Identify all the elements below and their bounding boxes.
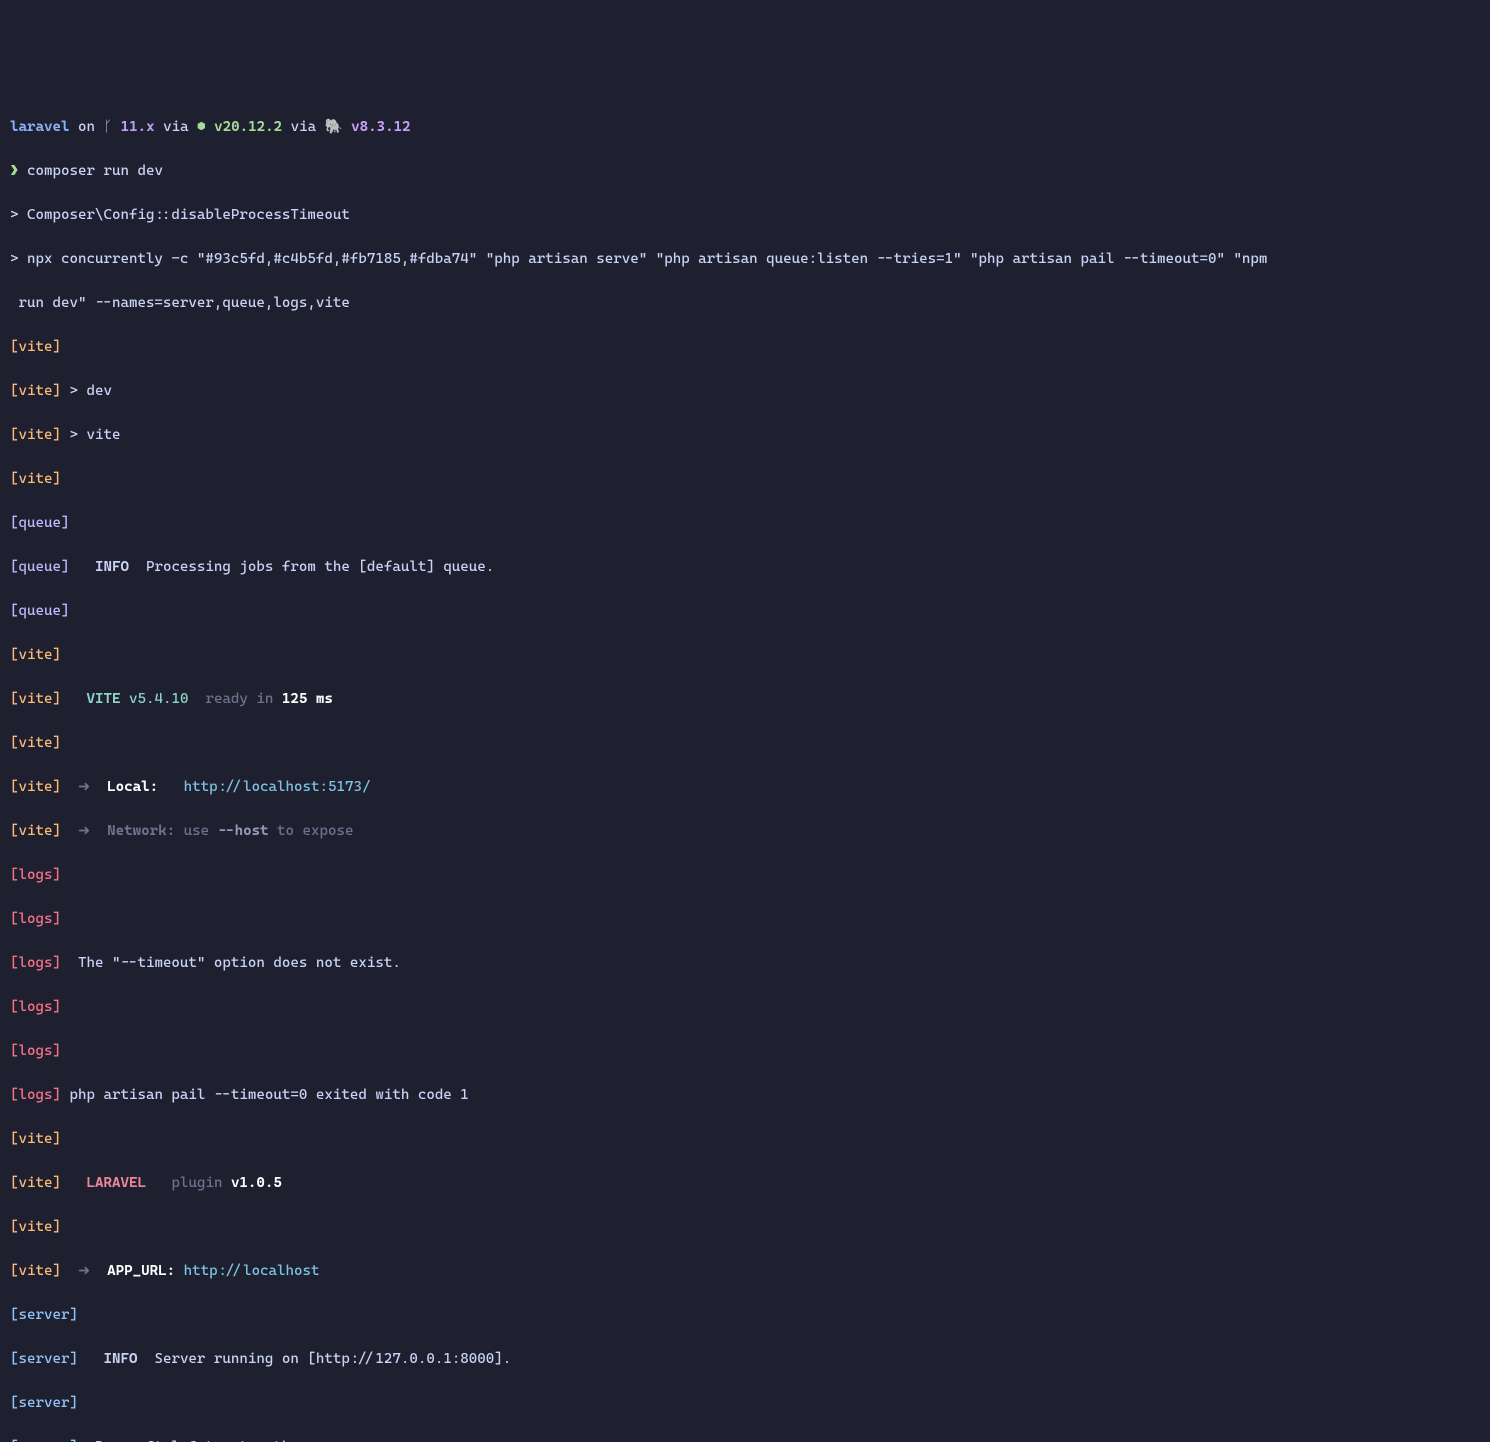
vite-line: [vite] xyxy=(10,644,1480,666)
vite-line: [vite] ➜ Local: http://localhost:5173/ xyxy=(10,776,1480,798)
server-line: [server] xyxy=(10,1304,1480,1326)
vite-line: [vite] xyxy=(10,732,1480,754)
vite-line: [vite] > dev xyxy=(10,380,1480,402)
vite-line: [vite] VITE v5.4.10 ready in 125 ms xyxy=(10,688,1480,710)
logs-line: [logs] xyxy=(10,1040,1480,1062)
vite-line: [vite] LARAVEL plugin v1.0.5 xyxy=(10,1172,1480,1194)
logs-line: [logs] xyxy=(10,996,1480,1018)
server-line: [server] xyxy=(10,1392,1480,1414)
git-branch-icon: ᚴ xyxy=(103,119,112,135)
vite-line: [vite] xyxy=(10,1128,1480,1150)
prompt-line: ❯ composer run dev xyxy=(10,160,1480,182)
prompt-header: laravel on ᚴ 11.x via ⬢ v20.12.2 via 🐘 v… xyxy=(10,116,1480,138)
logs-line: [logs] xyxy=(10,908,1480,930)
server-line: [server] Press Ctrl+C to stop the server xyxy=(10,1436,1480,1442)
vite-line: [vite] > vite xyxy=(10,424,1480,446)
vite-line: [vite] ➜ Network: use --host to expose xyxy=(10,820,1480,842)
queue-line: [queue] xyxy=(10,600,1480,622)
vite-appurl[interactable]: http://localhost xyxy=(184,1263,320,1279)
vite-line: [vite] xyxy=(10,1216,1480,1238)
vite-local-url[interactable]: http://localhost:5173/ xyxy=(184,779,371,795)
output-line: run dev" --names=server,queue,logs,vite xyxy=(10,292,1480,314)
logs-line: [logs] php artisan pail --timeout=0 exit… xyxy=(10,1084,1480,1106)
node-icon: ⬢ xyxy=(197,119,206,135)
vite-line: [vite] ➜ APP_URL: http://localhost xyxy=(10,1260,1480,1282)
queue-line: [queue] INFO Processing jobs from the [d… xyxy=(10,556,1480,578)
logs-line: [logs] The "--timeout" option does not e… xyxy=(10,952,1480,974)
terminal-output[interactable]: laravel on ᚴ 11.x via ⬢ v20.12.2 via 🐘 v… xyxy=(10,94,1480,1442)
server-line: [server] INFO Server running on [http://… xyxy=(10,1348,1480,1370)
output-line: > Composer\Config::disableProcessTimeout xyxy=(10,204,1480,226)
prompt-caret-icon: ❯ xyxy=(10,163,27,179)
queue-line: [queue] xyxy=(10,512,1480,534)
vite-line: [vite] xyxy=(10,336,1480,358)
logs-line: [logs] xyxy=(10,864,1480,886)
vite-line: [vite] xyxy=(10,468,1480,490)
php-icon: 🐘 xyxy=(325,119,352,135)
output-line: > npx concurrently -c "#93c5fd,#c4b5fd,#… xyxy=(10,248,1480,270)
